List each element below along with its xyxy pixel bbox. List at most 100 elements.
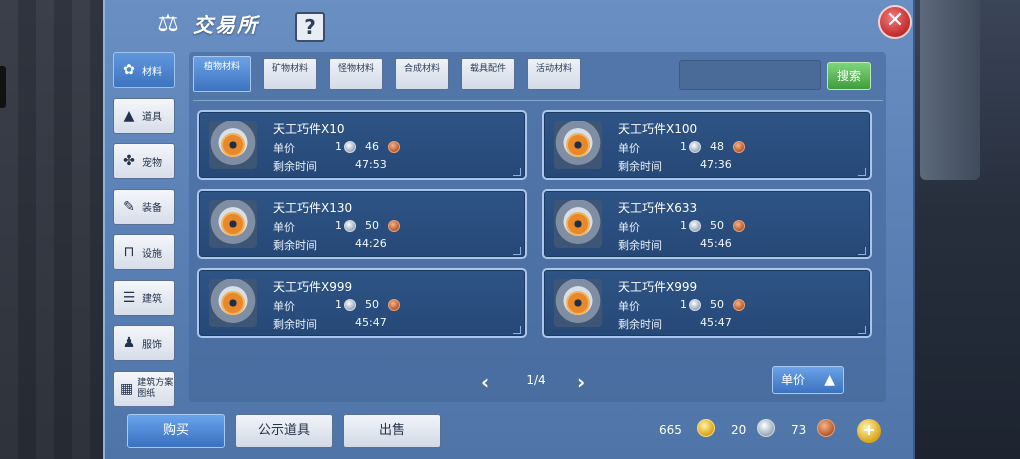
copper-coin-icon bbox=[733, 140, 745, 153]
gold-amount: 665 bbox=[659, 423, 682, 437]
price-label: 单价 bbox=[618, 300, 640, 313]
category-sidebar: ✿ 材料 ▲ 道具 ✤ 宠物 ✎ 装备 ⊓ 设施 ☰ 建筑 ♟ 服饰 ▦ 建筑方案图纸 bbox=[113, 52, 177, 416]
price-label: 单价 bbox=[618, 142, 640, 155]
price-label: 单价 bbox=[273, 221, 295, 234]
materials-icon: ✿ bbox=[123, 62, 135, 78]
pager: ‹ 1/4 › bbox=[481, 370, 611, 394]
sort-arrow-icon: ▲ bbox=[824, 372, 835, 388]
tab-0[interactable]: 植物材料 bbox=[193, 56, 251, 92]
paw-icon: ✤ bbox=[123, 153, 135, 169]
price-silver: 1 bbox=[335, 219, 342, 232]
time-label: 剩余时间 bbox=[273, 239, 317, 252]
time-label: 剩余时间 bbox=[618, 239, 662, 252]
price-copper: 50 bbox=[710, 298, 724, 311]
page-indicator: 1/4 bbox=[526, 373, 546, 387]
remaining-time: 45:47 bbox=[355, 316, 387, 329]
page-title: 交易所 bbox=[193, 13, 259, 37]
sidebar-item-4[interactable]: ⊓ 设施 bbox=[113, 234, 175, 270]
bottom-bar: 购买 公示道具 出售 665 20 73 + bbox=[105, 406, 913, 459]
silver-coin-icon bbox=[689, 219, 701, 232]
silver-coin-icon bbox=[344, 140, 356, 153]
price-silver: 1 bbox=[680, 298, 687, 311]
sort-by-price-button[interactable]: 单价 ▲ bbox=[772, 366, 844, 394]
copper-coin-icon bbox=[817, 419, 835, 437]
price-copper: 46 bbox=[365, 140, 379, 153]
price-copper: 50 bbox=[710, 219, 724, 232]
price-silver: 1 bbox=[680, 140, 687, 153]
gear-item-icon bbox=[554, 121, 602, 169]
price-label: 单价 bbox=[273, 142, 295, 155]
silver-amount: 20 bbox=[731, 423, 747, 437]
item-name: 天工巧件X999 bbox=[273, 280, 353, 294]
close-button[interactable]: ✕ bbox=[878, 5, 912, 39]
device-notch bbox=[0, 66, 6, 108]
listing-card[interactable]: 天工巧件X999 单价 1 50 剩余时间 45:47 bbox=[197, 268, 527, 338]
search-input[interactable] bbox=[679, 60, 821, 90]
item-name: 天工巧件X100 bbox=[618, 122, 698, 136]
gear-item-icon bbox=[209, 121, 257, 169]
silver-coin-icon bbox=[757, 419, 775, 437]
item-name: 天工巧件X999 bbox=[618, 280, 698, 294]
sidebar-item-label: 建筑方案图纸 bbox=[137, 377, 174, 399]
tab-2[interactable]: 怪物材料 bbox=[329, 58, 383, 90]
help-button[interactable]: ? bbox=[295, 12, 325, 42]
tab-1[interactable]: 矿物材料 bbox=[263, 58, 317, 90]
remaining-time: 44:26 bbox=[355, 237, 387, 250]
listing-card[interactable]: 天工巧件X130 单价 1 50 剩余时间 44:26 bbox=[197, 189, 527, 259]
tab-4[interactable]: 载具配件 bbox=[461, 58, 515, 90]
card-corner bbox=[513, 326, 521, 334]
showcase-button[interactable]: 公示道具 bbox=[235, 414, 333, 448]
sidebar-item-2[interactable]: ✤ 宠物 bbox=[113, 143, 175, 179]
prev-page-button[interactable]: ‹ bbox=[481, 370, 489, 394]
time-label: 剩余时间 bbox=[273, 318, 317, 331]
sidebar-item-7[interactable]: ▦ 建筑方案图纸 bbox=[113, 370, 175, 407]
tab-5[interactable]: 活动材料 bbox=[527, 58, 581, 90]
silver-coin-icon bbox=[344, 219, 356, 232]
exchange-panel: ⚖ 交易所 ? ✿ 材料 ▲ 道具 ✤ 宠物 ✎ 装备 ⊓ 设施 ☰ 建筑 ♟ 服饰 ▦ 建筑方案图纸 植物材… bbox=[103, 0, 915, 459]
listing-card[interactable]: 天工巧件X100 单价 1 48 剩余时间 47:36 bbox=[542, 110, 872, 180]
sidebar-item-6[interactable]: ♟ 服饰 bbox=[113, 325, 175, 361]
price-copper: 48 bbox=[710, 140, 724, 153]
divider bbox=[193, 100, 883, 101]
card-corner bbox=[858, 326, 866, 334]
remaining-time: 45:47 bbox=[700, 316, 732, 329]
next-page-button[interactable]: › bbox=[577, 370, 585, 394]
sidebar-item-label: 建筑 bbox=[142, 294, 162, 305]
sidebar-item-label: 设施 bbox=[142, 248, 162, 260]
gear-item-icon bbox=[554, 279, 602, 327]
search-button[interactable]: 搜索 bbox=[827, 62, 871, 90]
gear-item-icon bbox=[209, 279, 257, 327]
card-corner bbox=[858, 168, 866, 176]
sidebar-item-label: 服饰 bbox=[142, 339, 162, 351]
copper-coin-icon bbox=[388, 140, 400, 153]
sidebar-item-3[interactable]: ✎ 装备 bbox=[113, 188, 175, 225]
buy-button[interactable]: 购买 bbox=[127, 414, 225, 448]
listing-card[interactable]: 天工巧件X633 单价 1 50 剩余时间 45:46 bbox=[542, 189, 872, 259]
sidebar-item-5[interactable]: ☰ 建筑 bbox=[113, 279, 175, 316]
time-label: 剩余时间 bbox=[618, 160, 662, 173]
sort-label: 单价 bbox=[781, 373, 806, 387]
listing-card[interactable]: 天工巧件X10 单价 1 46 剩余时间 47:53 bbox=[197, 110, 527, 180]
listing-area: 植物材料 矿物材料 怪物材料 合成材料 载具配件 活动材料 搜索 天工巧件X10 单价 1 46… bbox=[189, 52, 886, 402]
sell-button[interactable]: 出售 bbox=[343, 414, 441, 448]
copper-coin-icon bbox=[733, 298, 745, 311]
background-pillar bbox=[920, 0, 980, 180]
copper-amount: 73 bbox=[791, 423, 807, 437]
subcategory-tabs: 植物材料 矿物材料 怪物材料 合成材料 载具配件 活动材料 bbox=[193, 56, 581, 92]
remaining-time: 47:36 bbox=[700, 158, 732, 171]
blueprint-icon: ▦ bbox=[120, 380, 134, 397]
add-currency-button[interactable]: + bbox=[857, 419, 881, 443]
copper-coin-icon bbox=[733, 219, 745, 232]
price-silver: 1 bbox=[335, 298, 342, 311]
silver-coin-icon bbox=[344, 298, 356, 311]
clothes-icon: ♟ bbox=[122, 335, 136, 351]
sidebar-item-1[interactable]: ▲ 道具 bbox=[113, 97, 175, 134]
copper-coin-icon bbox=[388, 219, 400, 232]
sidebar-item-0[interactable]: ✿ 材料 bbox=[113, 52, 175, 88]
tab-3[interactable]: 合成材料 bbox=[395, 58, 449, 90]
price-copper: 50 bbox=[365, 298, 379, 311]
flask-icon: ▲ bbox=[123, 107, 135, 124]
background-scenery-left bbox=[0, 0, 110, 459]
facility-icon: ⊓ bbox=[123, 244, 135, 260]
listing-card[interactable]: 天工巧件X999 单价 1 50 剩余时间 45:47 bbox=[542, 268, 872, 338]
